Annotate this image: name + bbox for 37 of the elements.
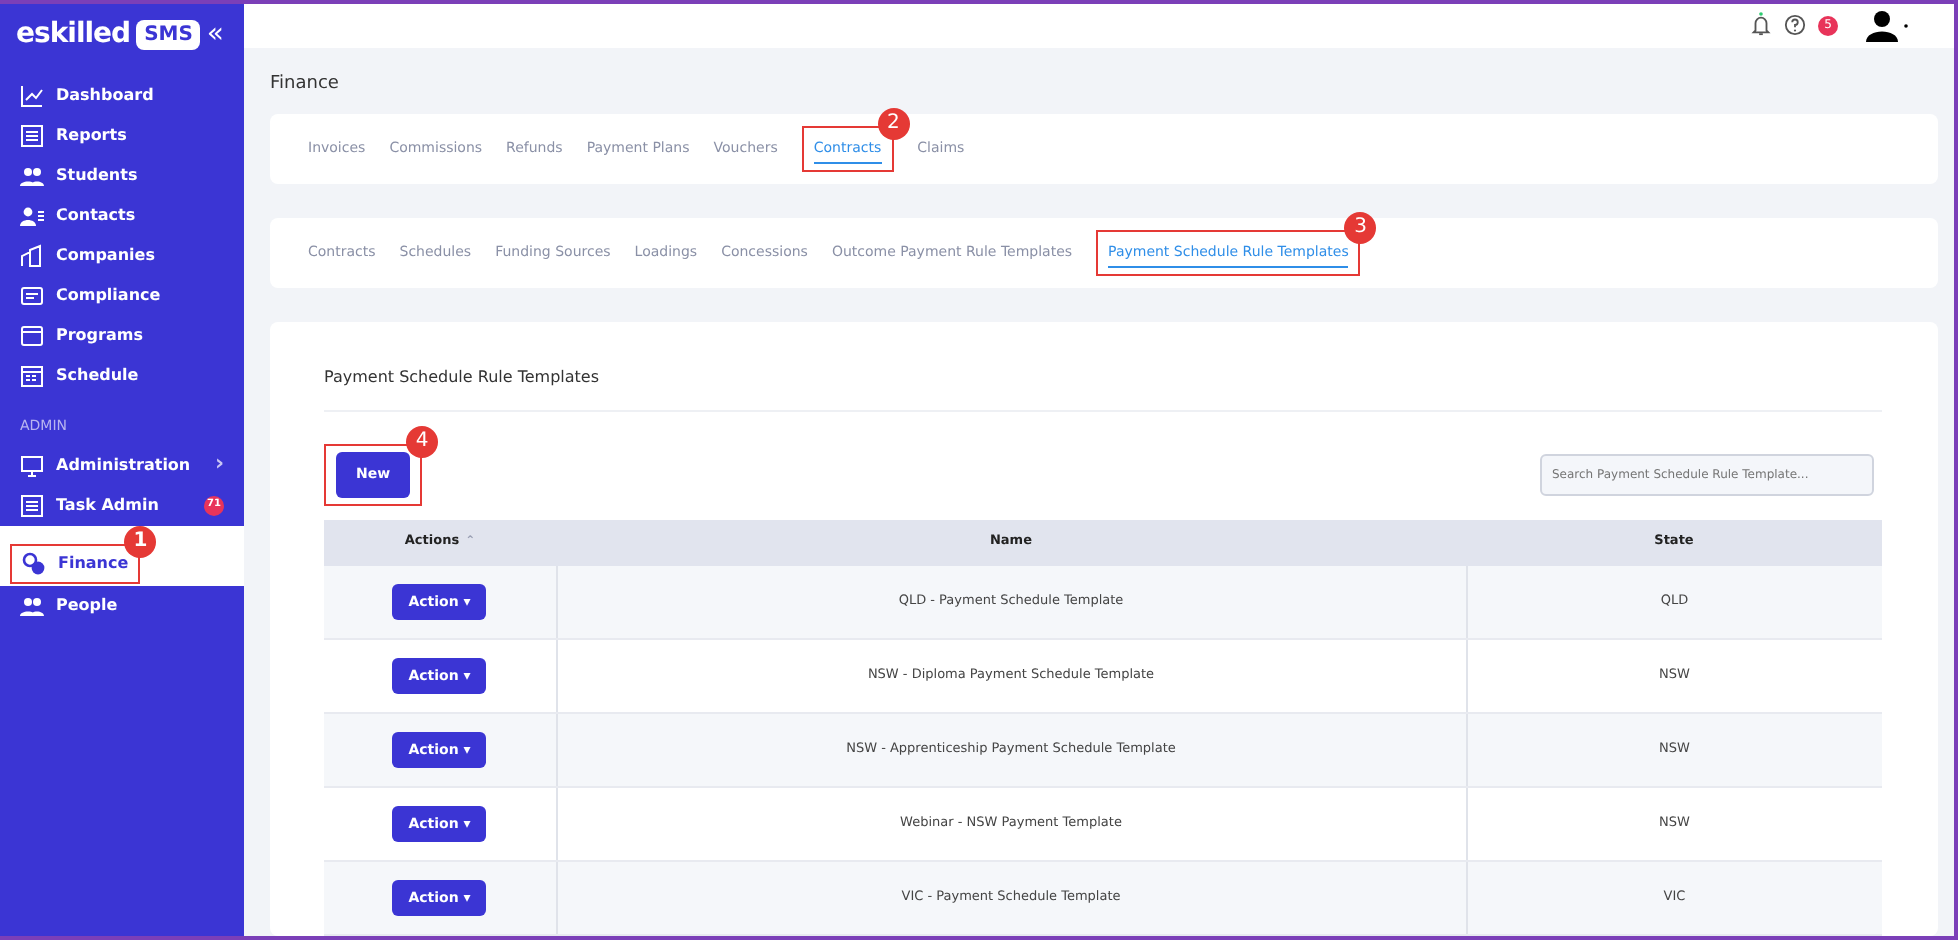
sidebar-item[interactable]: Dashboard bbox=[0, 76, 244, 116]
coins-icon bbox=[22, 551, 46, 575]
sidebar-item[interactable]: Schedule bbox=[0, 356, 244, 396]
help-icon[interactable] bbox=[1784, 14, 1806, 37]
building-icon bbox=[20, 244, 44, 268]
callout-marker: 1 bbox=[124, 525, 157, 557]
sidebar-item[interactable]: Students bbox=[0, 156, 244, 196]
sidebar-item[interactable]: Contacts bbox=[0, 196, 244, 236]
monitor-icon bbox=[20, 453, 44, 477]
user-menu-icon[interactable] bbox=[1866, 9, 1910, 42]
sidebar-item[interactable]: Companies bbox=[0, 236, 244, 276]
bell-icon[interactable] bbox=[1750, 12, 1772, 39]
sidebar-item[interactable]: Administration › bbox=[0, 445, 244, 485]
list-icon bbox=[20, 124, 44, 148]
users-icon bbox=[20, 593, 44, 617]
sidebar-item[interactable]: People bbox=[0, 585, 244, 625]
user-card-icon bbox=[20, 204, 44, 228]
panel-title: Payment Schedule Rule Templates bbox=[324, 322, 1882, 412]
callout-marker: 2 bbox=[877, 107, 910, 140]
chevron-icon: › bbox=[214, 448, 224, 482]
chart-icon bbox=[20, 84, 44, 108]
collapse-button[interactable]: « bbox=[206, 14, 224, 56]
window-icon bbox=[20, 324, 44, 348]
list-icon bbox=[20, 493, 44, 517]
page-title: Finance bbox=[270, 71, 341, 97]
logo-text: eskilled bbox=[16, 16, 131, 54]
sidebar-item[interactable]: Finance 1 bbox=[0, 525, 244, 585]
sidebar-item[interactable]: Reports bbox=[0, 116, 244, 156]
card-icon bbox=[20, 284, 44, 308]
callout-marker: 3 bbox=[1344, 211, 1377, 244]
sidebar-item[interactable]: Programs bbox=[0, 316, 244, 356]
sidebar-item[interactable]: Compliance bbox=[0, 276, 244, 316]
users-icon bbox=[20, 164, 44, 188]
calendar-icon bbox=[20, 364, 44, 388]
highlight-frame: Finance bbox=[10, 543, 141, 583]
callout-marker: 4 bbox=[406, 426, 439, 458]
logo-badge: SMS bbox=[136, 20, 201, 50]
